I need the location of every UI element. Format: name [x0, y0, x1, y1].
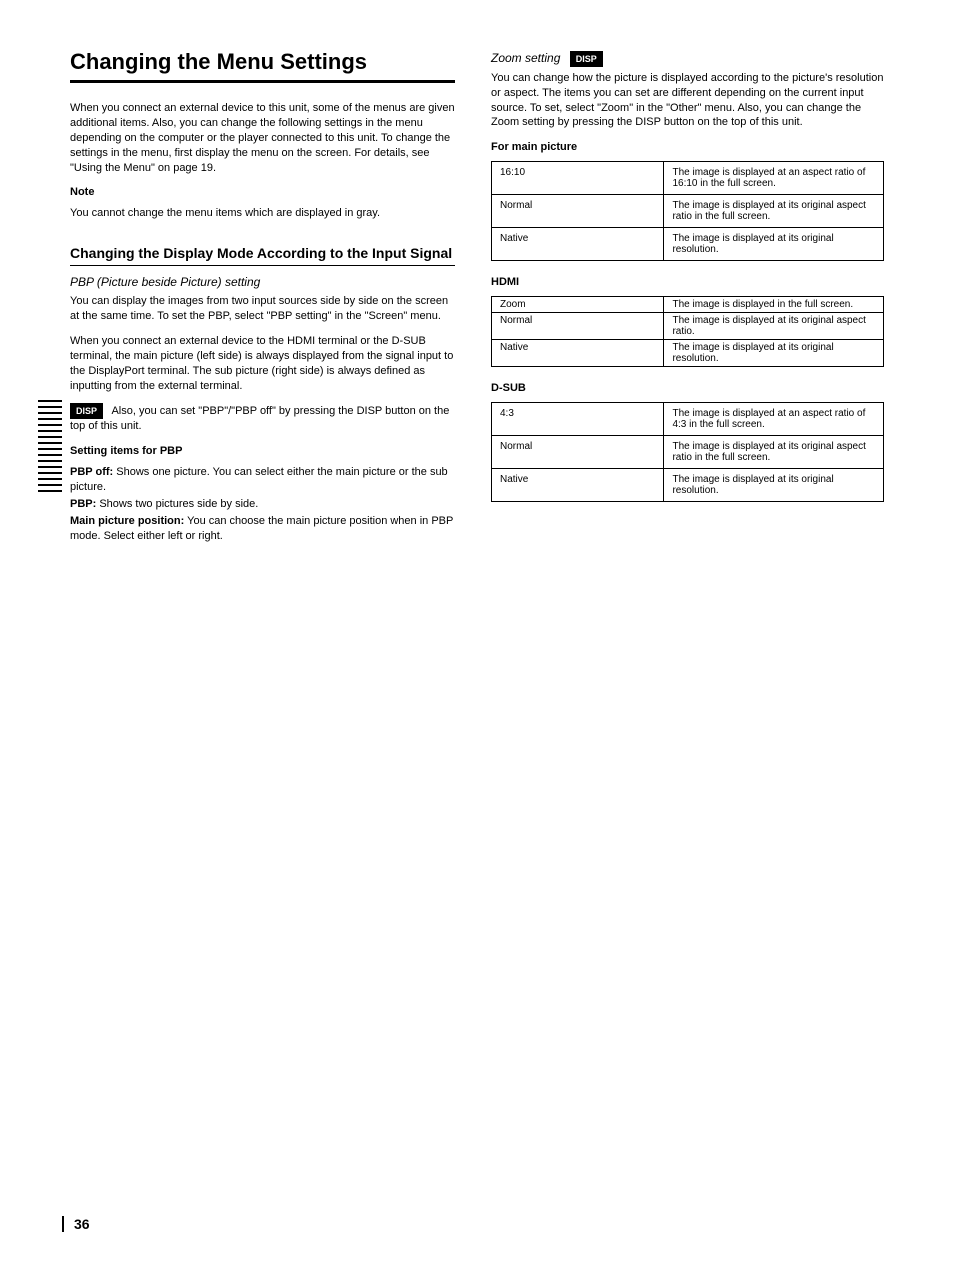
- pbp-subheading: PBP (Picture beside Picture) setting: [70, 274, 455, 290]
- table-cell: Native: [492, 228, 664, 261]
- pbp-mainpos-label: Main picture position:: [70, 515, 184, 527]
- right-column: Zoom setting DISP You can change how the…: [491, 50, 884, 1234]
- table-cell: Normal: [492, 312, 664, 339]
- page-number: 36: [62, 1216, 90, 1232]
- table-cell: The image is displayed at an aspect rati…: [664, 402, 884, 435]
- table-cell: Native: [492, 339, 664, 366]
- pbp-on-item: PBP: Shows two pictures side by side.: [70, 497, 455, 512]
- table-cell: Zoom: [492, 296, 664, 312]
- pbp-items-heading: Setting items for PBP: [70, 444, 455, 459]
- subsection-rule: [70, 265, 455, 266]
- pbp-disp-line: DISP Also, you can set "PBP"/"PBP off" b…: [70, 403, 455, 434]
- note-heading: Note: [70, 185, 455, 200]
- zoom-table-hdmi: Zoom The image is displayed in the full …: [491, 296, 884, 367]
- disp-icon: DISP: [70, 403, 103, 419]
- table-cell: The image is displayed in the full scree…: [664, 296, 884, 312]
- pbp-on-label: PBP:: [70, 498, 96, 510]
- table-cell: The image is displayed at its original r…: [664, 468, 884, 501]
- table-row: Normal The image is displayed at its ori…: [492, 435, 884, 468]
- table-main-caption: For main picture: [491, 140, 884, 155]
- table-row: Native The image is displayed at its ori…: [492, 339, 884, 366]
- table-row: 4:3 The image is displayed at an aspect …: [492, 402, 884, 435]
- table-cell: The image is displayed at its original r…: [664, 339, 884, 366]
- subsection-heading: Changing the Display Mode According to t…: [70, 245, 455, 261]
- table-row: Native The image is displayed at its ori…: [492, 468, 884, 501]
- table-cell: The image is displayed at an aspect rati…: [664, 162, 884, 195]
- table-row: Zoom The image is displayed in the full …: [492, 296, 884, 312]
- table-row: Normal The image is displayed at its ori…: [492, 312, 884, 339]
- pbp-mainpos-item: Main picture position: You can choose th…: [70, 514, 455, 544]
- pbp-off-text: Shows one picture. You can select either…: [70, 466, 448, 493]
- table-row: Normal The image is displayed at its ori…: [492, 195, 884, 228]
- intro-paragraph: When you connect an external device to t…: [70, 101, 455, 175]
- note-body: You cannot change the menu items which a…: [70, 206, 455, 221]
- pbp-on-text: Shows two pictures side by side.: [99, 498, 258, 510]
- table-cell: The image is displayed at its original a…: [664, 435, 884, 468]
- table-hdmi-caption: HDMI: [491, 275, 884, 290]
- pbp-off-item: PBP off: Shows one picture. You can sele…: [70, 465, 455, 495]
- pbp-disp-text: Also, you can set "PBP"/"PBP off" by pre…: [70, 405, 449, 432]
- section-title: Changing the Menu Settings: [70, 50, 455, 74]
- pbp-para-1: You can display the images from two inpu…: [70, 294, 455, 324]
- zoom-table-main: 16:10 The image is displayed at an aspec…: [491, 161, 884, 261]
- zoom-table-dsub: 4:3 The image is displayed at an aspect …: [491, 402, 884, 502]
- table-dsub-caption: D-SUB: [491, 381, 884, 396]
- disp-icon: DISP: [570, 51, 603, 67]
- zoom-subheading: Zoom setting DISP: [491, 50, 884, 67]
- table-cell: 4:3: [492, 402, 664, 435]
- table-cell: Normal: [492, 195, 664, 228]
- table-cell: 16:10: [492, 162, 664, 195]
- zoom-paragraph: You can change how the picture is displa…: [491, 71, 884, 130]
- decorative-side-bars: [38, 400, 62, 492]
- zoom-subheading-text: Zoom setting: [491, 51, 560, 65]
- table-cell: The image is displayed at its original a…: [664, 195, 884, 228]
- pbp-para-2: When you connect an external device to t…: [70, 334, 455, 393]
- table-cell: Native: [492, 468, 664, 501]
- left-column: Changing the Menu Settings When you conn…: [70, 50, 455, 1234]
- pbp-off-label: PBP off:: [70, 466, 113, 478]
- table-cell: The image is displayed at its original a…: [664, 312, 884, 339]
- table-cell: The image is displayed at its original r…: [664, 228, 884, 261]
- table-row: 16:10 The image is displayed at an aspec…: [492, 162, 884, 195]
- title-rule: [70, 80, 455, 83]
- table-row: Native The image is displayed at its ori…: [492, 228, 884, 261]
- table-cell: Normal: [492, 435, 664, 468]
